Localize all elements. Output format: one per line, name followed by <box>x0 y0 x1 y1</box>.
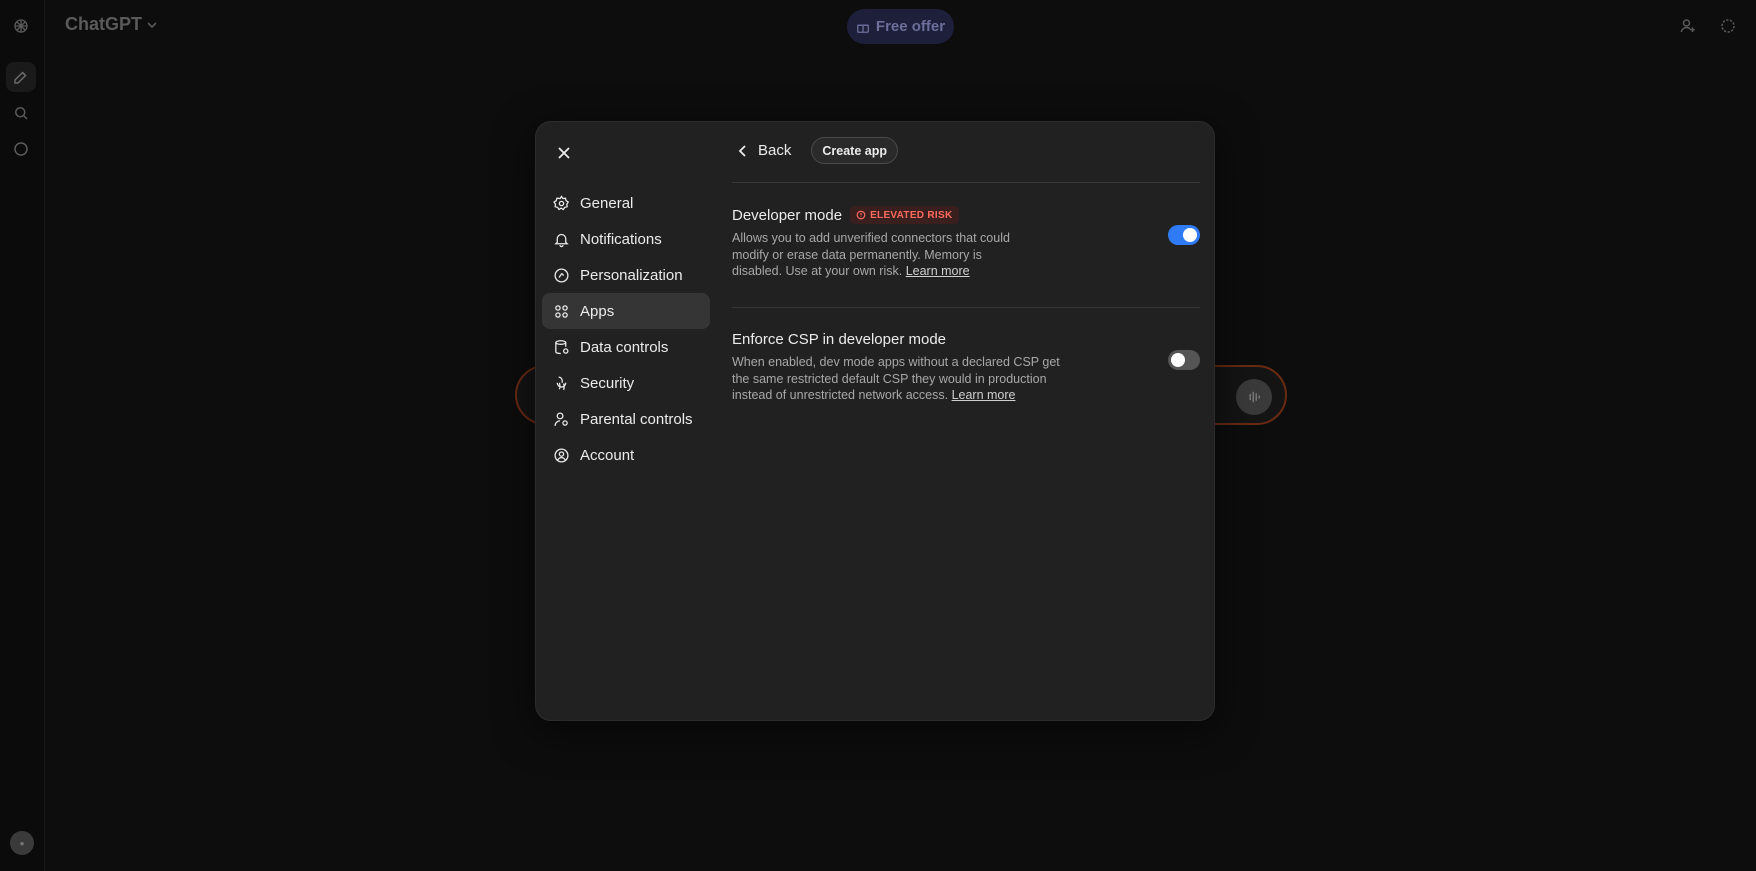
add-person-icon[interactable] <box>1674 12 1702 40</box>
enforce-csp-toggle[interactable] <box>1168 350 1200 370</box>
chat-bubble-icon[interactable] <box>6 134 36 164</box>
nav-label: Notifications <box>580 230 662 248</box>
learn-more-link[interactable]: Learn more <box>906 264 970 278</box>
nav-label: Data controls <box>580 338 669 356</box>
create-app-button[interactable]: Create app <box>811 137 898 164</box>
bell-icon <box>554 233 569 247</box>
database-icon <box>555 339 569 354</box>
badge-label: ELEVATED RISK <box>870 209 953 221</box>
nav-item-apps[interactable]: Apps <box>542 293 710 329</box>
settings-modal: General Notifications Personalization Ap… <box>535 121 1215 721</box>
nav-item-personalization[interactable]: Personalization <box>542 257 710 293</box>
settings-content: Back Create app Developer mode ELEVATED … <box>732 122 1200 722</box>
temporary-chat-icon[interactable] <box>1714 12 1742 40</box>
nav-item-general[interactable]: General <box>542 185 710 221</box>
close-icon <box>558 147 570 159</box>
nav-label: Parental controls <box>580 410 693 428</box>
nav-item-parental-controls[interactable]: Parental controls <box>542 401 710 437</box>
nav-label: Personalization <box>580 266 683 284</box>
toggle-knob <box>1171 353 1185 367</box>
gear-icon <box>553 194 570 210</box>
nav-item-security[interactable]: Security <box>542 365 710 401</box>
search-icon[interactable] <box>6 98 36 128</box>
settings-nav: General Notifications Personalization Ap… <box>542 185 710 473</box>
account-circle-icon <box>554 447 569 463</box>
close-button[interactable] <box>550 139 578 167</box>
model-switcher[interactable]: ChatGPT <box>65 14 158 35</box>
enforce-csp-setting: Enforce CSP in developer mode When enabl… <box>732 331 1200 404</box>
elevated-risk-badge: ELEVATED RISK <box>850 206 959 224</box>
back-label: Back <box>758 142 792 159</box>
divider <box>732 307 1200 308</box>
nav-label: General <box>580 194 634 212</box>
parental-icon <box>554 411 568 426</box>
nav-label: Account <box>580 446 635 464</box>
nav-item-data-controls[interactable]: Data controls <box>542 329 710 365</box>
personalization-icon <box>554 267 569 283</box>
divider <box>732 182 1200 183</box>
avatar[interactable]: ● <box>10 831 34 855</box>
nav-item-notifications[interactable]: Notifications <box>542 221 710 257</box>
voice-mode-icon[interactable] <box>1236 379 1272 415</box>
warning-circle-icon <box>856 210 866 220</box>
setting-title: Enforce CSP in developer mode <box>732 331 947 348</box>
toggle-knob <box>1183 228 1197 242</box>
nav-label: Security <box>580 374 635 392</box>
developer-mode-toggle[interactable] <box>1168 225 1200 245</box>
chevron-left-icon <box>738 144 746 157</box>
brand-label: ChatGPT <box>65 14 143 34</box>
chevron-down-icon <box>147 21 157 28</box>
left-rail: ● <box>0 0 45 871</box>
free-offer-button[interactable]: Free offer <box>847 9 954 44</box>
content-topbar: Back Create app <box>732 137 898 164</box>
learn-more-link[interactable]: Learn more <box>952 388 1016 402</box>
new-chat-icon[interactable] <box>6 62 36 92</box>
back-button[interactable]: Back <box>732 142 791 159</box>
developer-mode-setting: Developer mode ELEVATED RISK Allows you … <box>732 206 1200 280</box>
openai-logo-icon[interactable] <box>6 11 36 41</box>
setting-title: Developer mode <box>732 206 843 224</box>
free-offer-label: Free offer <box>875 18 946 35</box>
apps-grid-icon <box>555 304 568 318</box>
gift-icon <box>857 24 869 33</box>
nav-label: Apps <box>580 302 615 320</box>
shield-icon <box>556 375 567 390</box>
nav-item-account[interactable]: Account <box>542 437 710 473</box>
